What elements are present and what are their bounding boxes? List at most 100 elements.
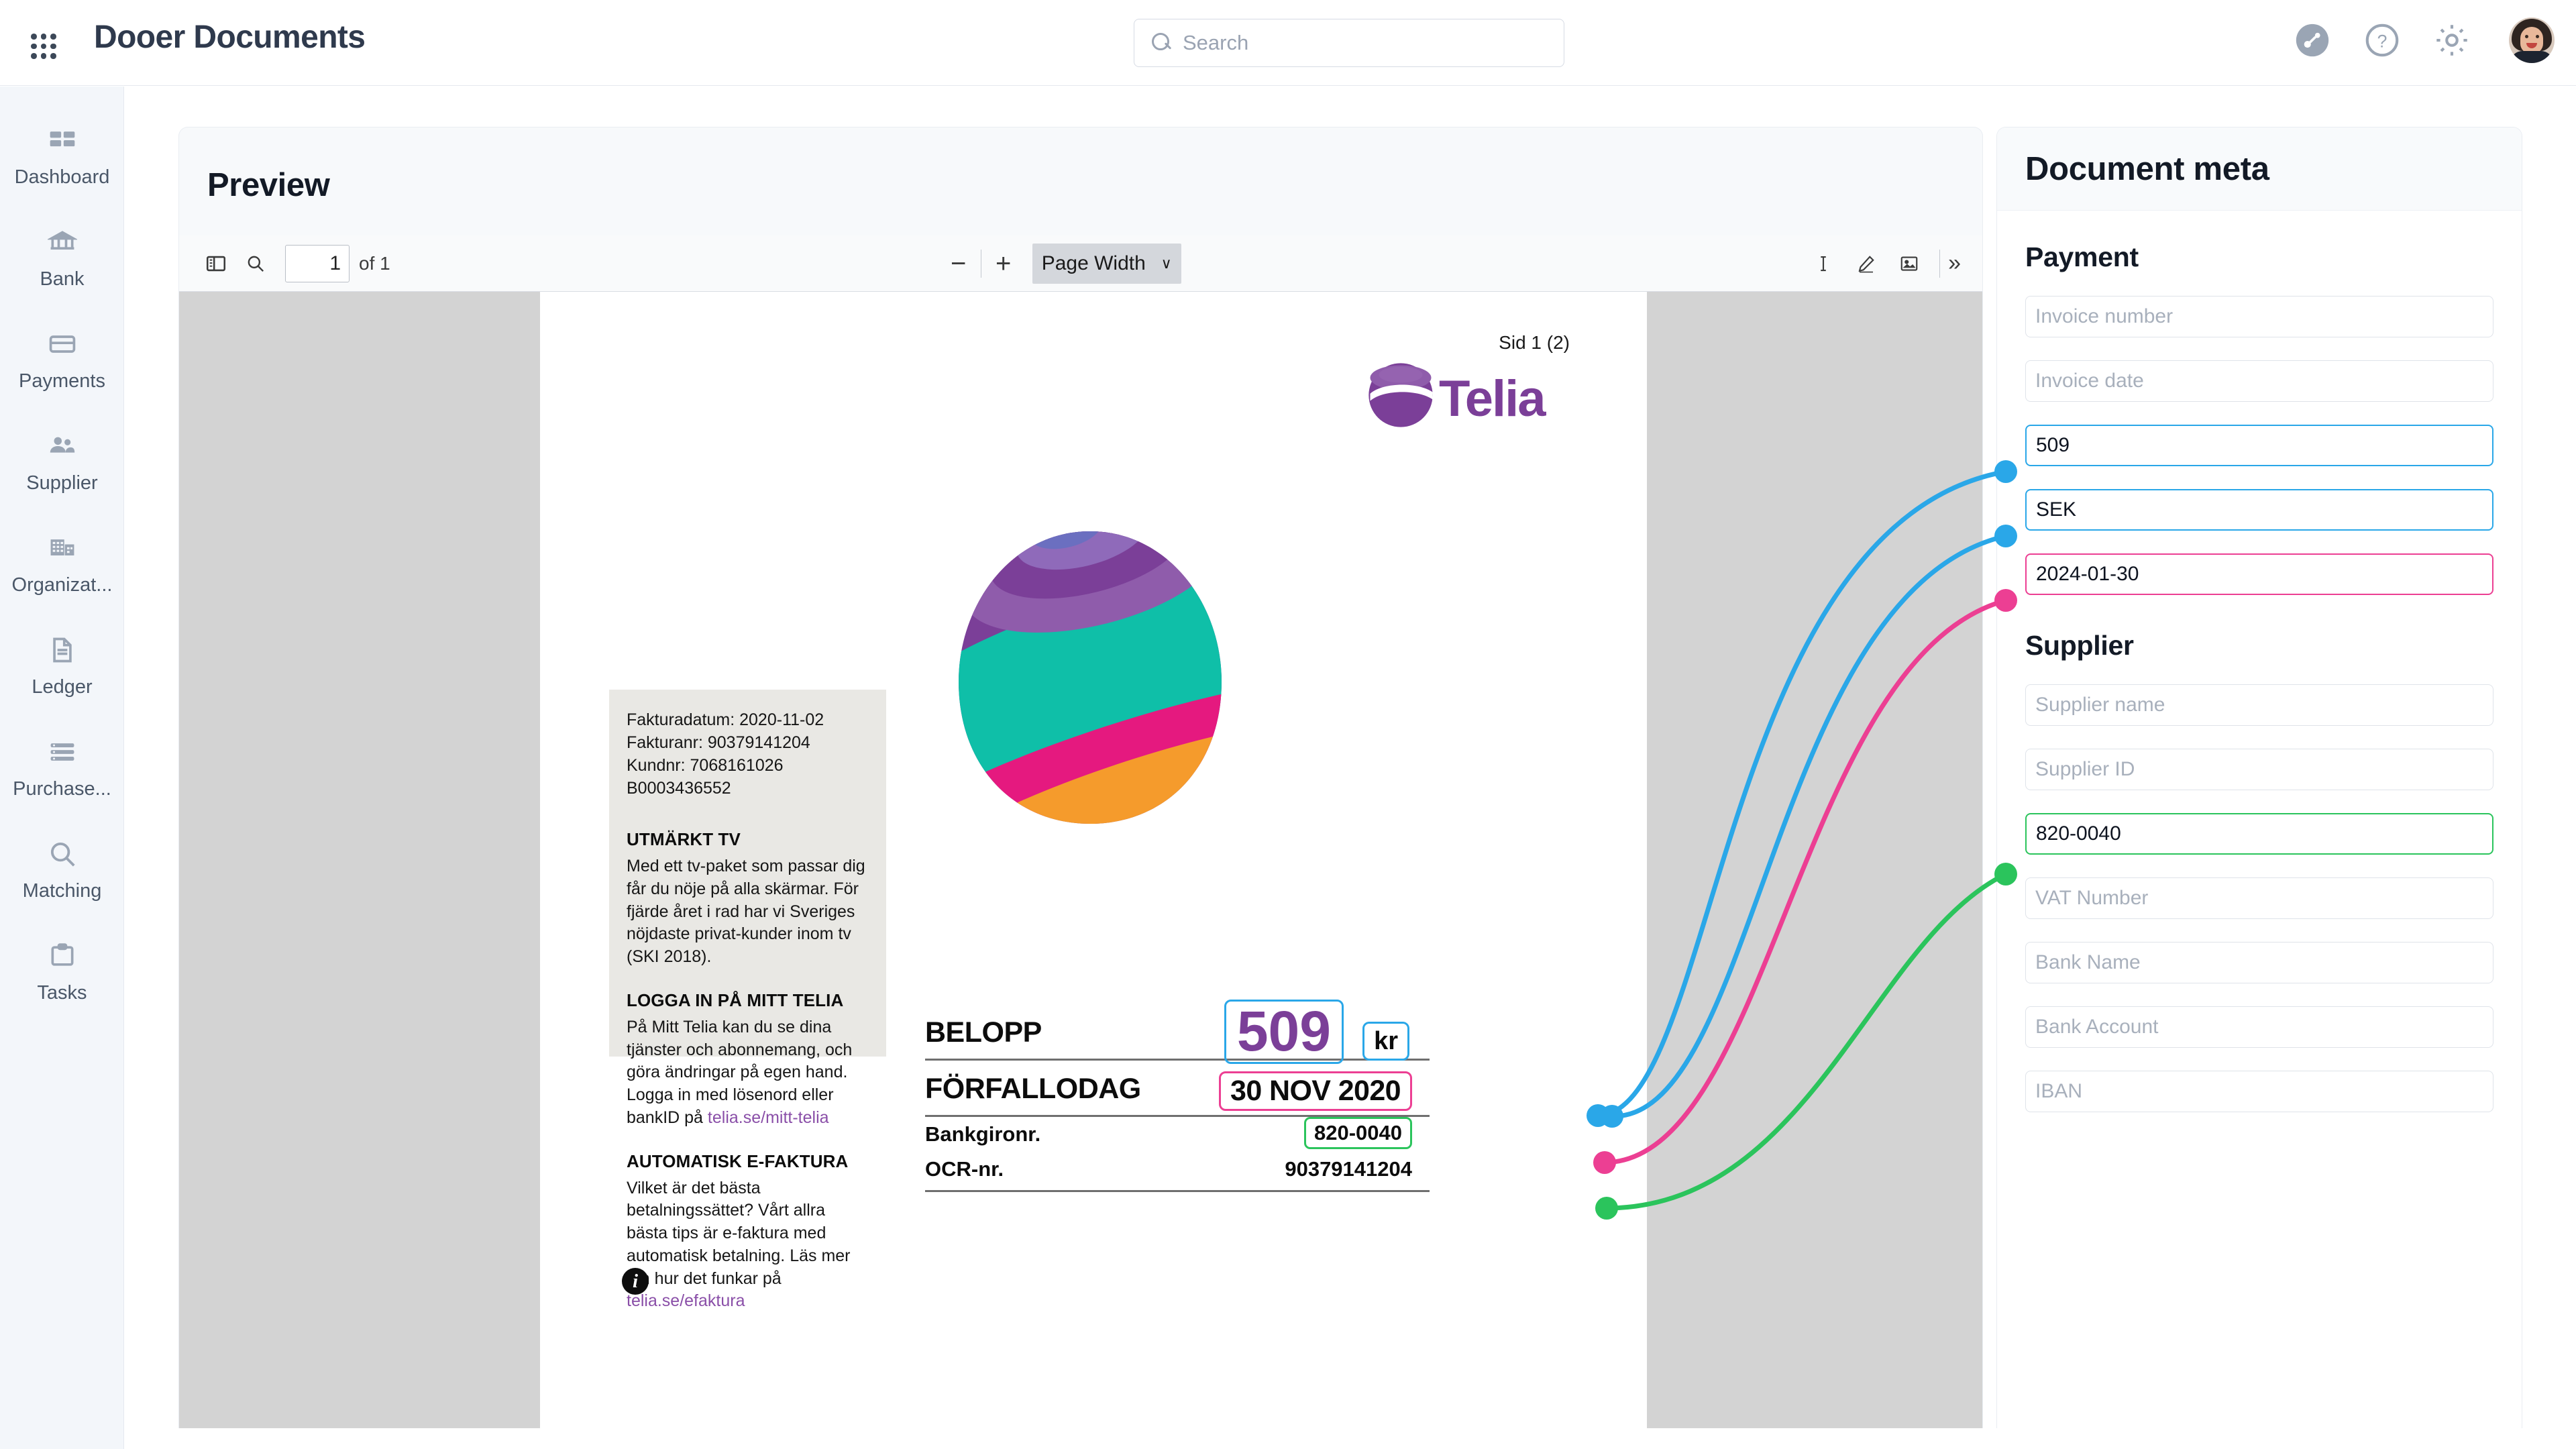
grid-apps-icon[interactable]: [31, 34, 56, 59]
sidebar-item-label: Organizat...: [11, 574, 113, 596]
sidebar: Dashboard Bank Payments Supplier Organiz…: [0, 87, 124, 1449]
share-icon[interactable]: [2293, 21, 2332, 60]
field-placeholder: Invoice date: [2035, 370, 2144, 392]
find-icon[interactable]: [245, 253, 266, 274]
ocr-value: 90379141204: [1285, 1157, 1412, 1181]
due-date-row: FÖRFALLODAG 30 NOV 2020: [925, 1061, 1430, 1117]
telia-logo: Telia: [1364, 360, 1572, 435]
sidebar-item-label: Supplier: [26, 472, 98, 494]
due-date-field[interactable]: 2024-01-30: [2025, 553, 2493, 595]
sidebar-item-bank[interactable]: Bank: [0, 206, 124, 308]
more-tools-icon[interactable]: »: [1948, 250, 1961, 276]
chevron-down-icon: ∨: [1161, 254, 1172, 272]
sidebar-item-purchase[interactable]: Purchase...: [0, 716, 124, 818]
draw-pencil-icon[interactable]: [1856, 254, 1876, 274]
ocr-row: OCR-nr. 90379141204: [925, 1155, 1430, 1192]
payment-summary: BELOPP 509 kr FÖRFALLODAG 30 NOV 2020 Ba…: [925, 1000, 1430, 1192]
search-input[interactable]: Search: [1134, 19, 1564, 67]
field-value: 509: [2036, 434, 2070, 456]
sidebar-item-ledger[interactable]: Ledger: [0, 614, 124, 716]
sidebar-item-matching[interactable]: Matching: [0, 818, 124, 920]
currency-field[interactable]: SEK: [2025, 489, 2493, 531]
building-icon: [44, 530, 80, 566]
gear-icon[interactable]: [2432, 21, 2471, 60]
block-heading: AUTOMATISK E-FAKTURA: [627, 1150, 849, 1171]
panel-toggle-icon[interactable]: [205, 252, 227, 275]
vat-number-field[interactable]: VAT Number: [2025, 877, 2493, 919]
workspace: Preview of 1 − + Page Width ∨: [125, 87, 2576, 1449]
block-body: På Mitt Telia kan du se dina tjänster oc…: [627, 1016, 869, 1130]
block-heading: UTMÄRKT TV: [627, 829, 741, 849]
sidebar-item-tasks[interactable]: Tasks: [0, 920, 124, 1022]
pdf-toolbar: of 1 − + Page Width ∨ »: [179, 235, 1982, 292]
field-value: SEK: [2036, 498, 2077, 521]
add-image-icon[interactable]: [1899, 254, 1919, 274]
info-icon[interactable]: i: [622, 1268, 649, 1295]
sidebar-item-payments[interactable]: Payments: [0, 308, 124, 410]
avatar[interactable]: [2509, 17, 2555, 63]
pdf-viewport[interactable]: Sid 1 (2) Telia Fakturadatum: 2020-11-02…: [179, 292, 1982, 1428]
invoice-meta-line: Kundnr: 7068161026: [627, 756, 784, 775]
top-bar: Dooer Documents Search ?: [0, 0, 2576, 86]
supplier-id-field[interactable]: Supplier ID: [2025, 749, 2493, 790]
sidebar-item-label: Tasks: [37, 981, 87, 1004]
zoom-level-select[interactable]: Page Width ∨: [1032, 243, 1181, 284]
field-placeholder: Invoice number: [2035, 305, 2174, 327]
magnifier-icon: [44, 836, 80, 872]
bankgiro-row: Bankgironr. 820-0040: [925, 1117, 1430, 1155]
mitt-telia-link[interactable]: telia.se/mitt-telia: [708, 1108, 829, 1127]
invoice-info-box: Fakturadatum: 2020-11-02 Fakturanr: 9037…: [609, 690, 886, 1310]
currency-highlight: kr: [1362, 1022, 1409, 1061]
zoom-out-button[interactable]: −: [945, 250, 973, 277]
supplier-name-field[interactable]: Supplier name: [2025, 684, 2493, 726]
sidebar-item-organization[interactable]: Organizat...: [0, 512, 124, 614]
svg-text:?: ?: [2377, 32, 2387, 52]
efaktura-link[interactable]: telia.se/efaktura: [627, 1291, 745, 1310]
section-title-payment: Payment: [2025, 241, 2139, 272]
block-heading: LOGGA IN PÅ MITT TELIA: [627, 989, 844, 1010]
dashboard-icon: [44, 122, 80, 158]
field-placeholder: Supplier ID: [2035, 758, 2135, 780]
amount-label: BELOPP: [925, 1016, 1042, 1049]
telia-wordmark: Telia: [1439, 370, 1546, 427]
block-text: Vilket är det bästa betalningssättet? Vå…: [627, 1178, 851, 1288]
field-placeholder: Bank Name: [2035, 951, 2141, 973]
amount-row: BELOPP 509 kr: [925, 1000, 1430, 1064]
sidebar-item-label: Matching: [22, 879, 102, 902]
bank-name-field[interactable]: Bank Name: [2025, 942, 2493, 983]
field-value: 2024-01-30: [2036, 563, 2139, 585]
amount-field[interactable]: 509: [2025, 425, 2493, 466]
zoom-in-button[interactable]: +: [989, 250, 1018, 277]
text-select-icon[interactable]: [1813, 254, 1833, 274]
invoice-date-field[interactable]: Invoice date: [2025, 360, 2493, 402]
section-title-supplier: Supplier: [2025, 630, 2134, 661]
document-meta-panel: Document meta Payment Invoice number Inv…: [1996, 127, 2522, 1428]
iban-field[interactable]: IBAN: [2025, 1071, 2493, 1112]
sidebar-item-label: Purchase...: [13, 777, 111, 800]
bankgiro-field[interactable]: 820-0040: [2025, 813, 2493, 855]
page-indicator: Sid 1 (2): [1499, 332, 1570, 353]
list-icon: [44, 734, 80, 770]
bank-account-field[interactable]: Bank Account: [2025, 1006, 2493, 1048]
help-icon[interactable]: ?: [2363, 21, 2402, 60]
preview-panel: Preview of 1 − + Page Width ∨: [178, 127, 1983, 1428]
bankgiro-label: Bankgironr.: [925, 1122, 1041, 1146]
people-icon: [44, 428, 80, 464]
sidebar-item-label: Bank: [40, 268, 85, 290]
due-date-highlight: 30 NOV 2020: [1219, 1071, 1412, 1111]
amount-highlight: 509: [1224, 1000, 1344, 1064]
page-number-input[interactable]: [285, 244, 350, 282]
bankgiro-highlight: 820-0040: [1303, 1117, 1412, 1149]
field-placeholder: IBAN: [2035, 1080, 2083, 1102]
meta-title: Document meta: [2025, 150, 2269, 187]
sidebar-item-dashboard[interactable]: Dashboard: [0, 104, 124, 206]
document-icon: [44, 632, 80, 668]
invoice-number-field[interactable]: Invoice number: [2025, 296, 2493, 337]
app-title: Dooer Documents: [94, 19, 366, 55]
field-placeholder: VAT Number: [2035, 887, 2149, 909]
invoice-meta-line: Fakturanr: 90379141204: [627, 733, 810, 752]
card-icon: [44, 326, 80, 362]
invoice-meta-line: B0003436552: [627, 779, 731, 798]
ocr-label: OCR-nr.: [925, 1157, 1004, 1181]
sidebar-item-supplier[interactable]: Supplier: [0, 410, 124, 512]
